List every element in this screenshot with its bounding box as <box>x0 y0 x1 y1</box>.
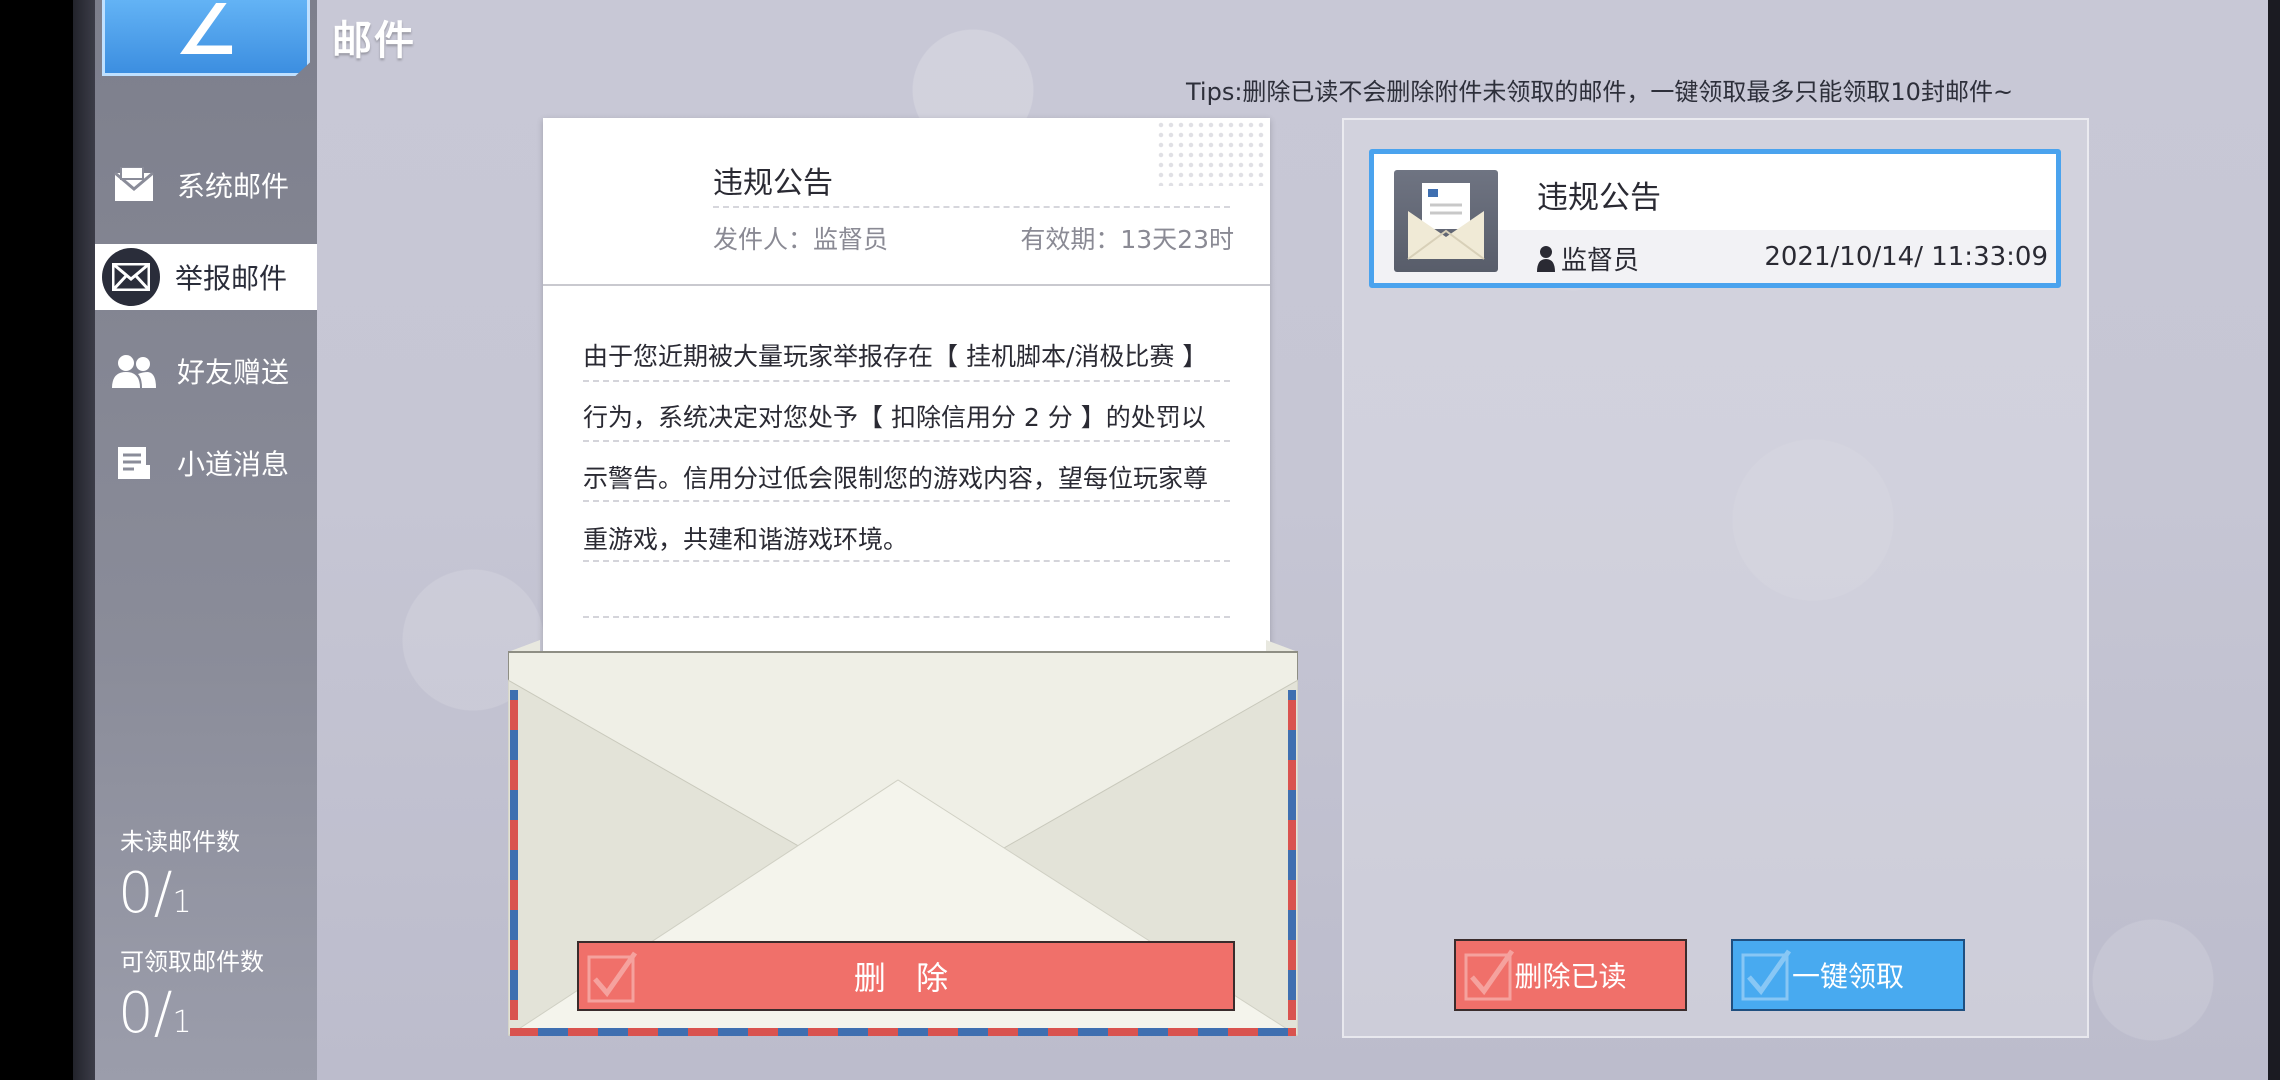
mail-item-sender: 监督员 <box>1537 240 1639 277</box>
check-icon <box>1464 949 1515 1001</box>
unread-count-value: 0/1 <box>118 861 192 926</box>
mail-item-date: 2021/10/14/ 11:33:09 <box>1764 242 2048 272</box>
page-title: 邮件 <box>332 18 416 64</box>
screen-bezel-right <box>2268 0 2280 1080</box>
claimable-count-label: 可领取邮件数 <box>120 948 264 976</box>
delete-read-button[interactable]: 删除已读 <box>1454 939 1687 1011</box>
sidebar-item-gossip[interactable]: 小道消息 <box>95 430 317 496</box>
claimable-count-value: 0/1 <box>118 981 192 1046</box>
mail-thumbnail <box>1394 170 1498 272</box>
letter-expiry: 有效期：13天23时 <box>1020 225 1234 254</box>
report-mail-icon <box>102 248 160 306</box>
claim-all-button-label: 一键领取 <box>1791 960 1904 993</box>
system-mail-icon <box>111 162 157 208</box>
letter-body: 由于您近期被大量玩家举报存在【 挂机脚本/消极比赛 】行为，系统决定对您处予【 … <box>583 342 1209 554</box>
sidebar-item-friends-gift[interactable]: 好友赠送 <box>95 338 317 404</box>
open-envelope-icon <box>1407 183 1485 260</box>
letter-sender: 发件人：监督员 <box>713 225 889 254</box>
check-icon <box>1741 949 1792 1001</box>
tips-text: Tips:删除已读不会删除附件未领取的邮件，一键领取最多只能领取10封邮件~ <box>1186 78 2014 106</box>
ruled-line <box>583 616 1230 618</box>
sidebar-item-label: 小道消息 <box>177 448 290 481</box>
mail-item-sender-name: 监督员 <box>1561 246 1640 276</box>
letter-header: 违规公告 发件人：监督员 有效期：13天23时 <box>543 118 1270 286</box>
back-button[interactable]: ∠ <box>102 0 310 76</box>
unread-count-label: 未读邮件数 <box>120 828 240 856</box>
news-icon <box>111 440 157 486</box>
divider <box>713 206 1230 208</box>
delete-button-label: 删 除 <box>853 959 959 997</box>
sidebar-item-system-mail[interactable]: 系统邮件 <box>95 152 317 218</box>
letter-title: 违规公告 <box>713 166 833 201</box>
person-icon <box>1537 245 1555 272</box>
claim-all-button[interactable]: 一键领取 <box>1731 939 1965 1011</box>
check-icon <box>587 951 638 1003</box>
screen-bezel-left <box>73 0 95 1080</box>
sidebar-item-report-mail[interactable]: 举报邮件 <box>95 244 317 310</box>
delete-read-button-label: 删除已读 <box>1514 960 1627 993</box>
mail-item-title: 违规公告 <box>1537 180 1661 216</box>
sidebar-item-label: 举报邮件 <box>175 262 288 295</box>
mail-list-item[interactable]: 违规公告 监督员 2021/10/14/ 11:33:09 <box>1369 149 2061 288</box>
sidebar-item-label: 好友赠送 <box>177 356 290 389</box>
friends-icon <box>111 348 157 394</box>
sidebar-item-label: 系统邮件 <box>177 170 290 203</box>
delete-button[interactable]: 删 除 <box>577 941 1235 1011</box>
logo-glyph: ∠ <box>174 0 238 71</box>
